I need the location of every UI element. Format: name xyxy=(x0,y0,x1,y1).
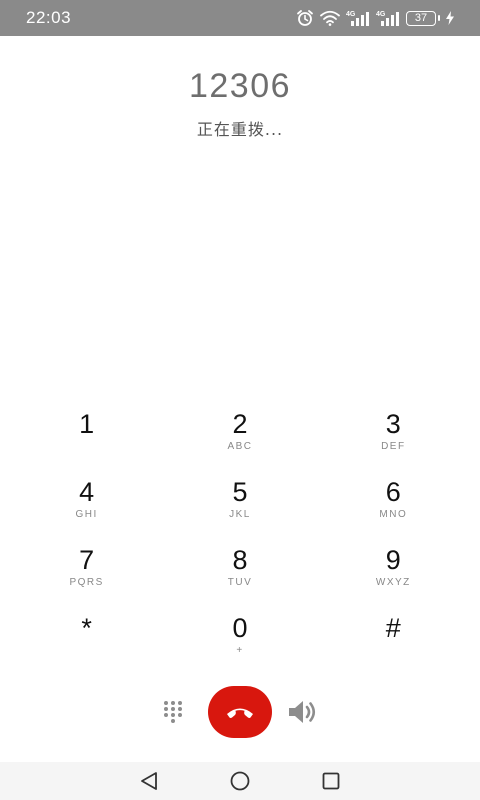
nav-home-icon xyxy=(230,771,250,791)
status-time: 22:03 xyxy=(26,8,72,27)
key-letters: WXYZ xyxy=(375,577,411,588)
key-3[interactable]: 3 DEF xyxy=(317,400,470,468)
key-0[interactable]: 0 + xyxy=(163,604,316,672)
key-letters: ABC xyxy=(227,441,253,452)
nav-back-icon xyxy=(141,772,158,790)
key-digit: 6 xyxy=(385,477,401,507)
key-digit: 7 xyxy=(79,545,95,575)
key-8[interactable]: 8 TUV xyxy=(163,536,316,604)
key-star[interactable]: * xyxy=(10,604,163,672)
key-1[interactable]: 1 xyxy=(10,400,163,468)
navigation-bar xyxy=(0,762,480,800)
battery-indicator: 37 xyxy=(406,10,440,26)
status-bar: 22:03 4G 4G 37 xyxy=(0,0,480,36)
key-digit: 8 xyxy=(232,545,248,575)
key-digit: # xyxy=(385,613,401,643)
key-9[interactable]: 9 WXYZ xyxy=(317,536,470,604)
key-letters: DEF xyxy=(381,441,406,452)
key-2[interactable]: 2 ABC xyxy=(163,400,316,468)
battery-tip xyxy=(438,15,440,21)
key-letters: JKL xyxy=(229,509,251,520)
key-6[interactable]: 6 MNO xyxy=(317,468,470,536)
alarm-icon xyxy=(297,10,313,26)
key-digit: 3 xyxy=(385,409,401,439)
call-number: 12306 xyxy=(188,67,292,105)
nav-back-button[interactable] xyxy=(134,766,164,796)
nav-home-button[interactable] xyxy=(225,766,255,796)
charging-icon xyxy=(446,11,454,25)
key-digit: 9 xyxy=(385,545,401,575)
key-digit: 0 xyxy=(232,613,248,643)
network-label-1: 4G xyxy=(346,11,356,18)
call-info: 12306 正在重拨... xyxy=(0,62,480,140)
key-7[interactable]: 7 PQRS xyxy=(10,536,163,604)
call-status: 正在重拨... xyxy=(196,120,284,139)
key-letters: + xyxy=(236,645,244,656)
key-digit: 4 xyxy=(79,477,95,507)
key-4[interactable]: 4 GHI xyxy=(10,468,163,536)
key-digit: 2 xyxy=(232,409,248,439)
speaker-icon[interactable] xyxy=(286,698,318,726)
signal-icon-1: 4G xyxy=(346,11,369,26)
key-digit: * xyxy=(81,613,92,643)
key-digit: 5 xyxy=(232,477,248,507)
status-icons: 4G 4G 37 xyxy=(296,9,454,27)
call-controls xyxy=(0,684,480,740)
signal-icon-2: 4G xyxy=(376,11,399,26)
dialpad-icon[interactable] xyxy=(162,700,184,724)
phone-hangup-icon xyxy=(227,708,253,718)
end-call-button[interactable] xyxy=(208,686,272,738)
key-5[interactable]: 5 JKL xyxy=(163,468,316,536)
key-letters: MNO xyxy=(379,509,408,520)
key-letters: PQRS xyxy=(69,577,104,588)
battery-level: 37 xyxy=(406,10,436,26)
wifi-icon xyxy=(320,10,340,26)
key-letters: GHI xyxy=(75,509,98,520)
network-label-2: 4G xyxy=(376,11,386,18)
key-hash[interactable]: # xyxy=(317,604,470,672)
dial-keypad: 1 2 ABC 3 DEF 4 GHI 5 JKL 6 MNO 7 PQRS 8… xyxy=(10,400,470,672)
nav-recents-button[interactable] xyxy=(316,766,346,796)
key-letters: TUV xyxy=(227,577,253,588)
nav-recents-icon xyxy=(322,772,340,790)
key-digit: 1 xyxy=(79,409,95,439)
